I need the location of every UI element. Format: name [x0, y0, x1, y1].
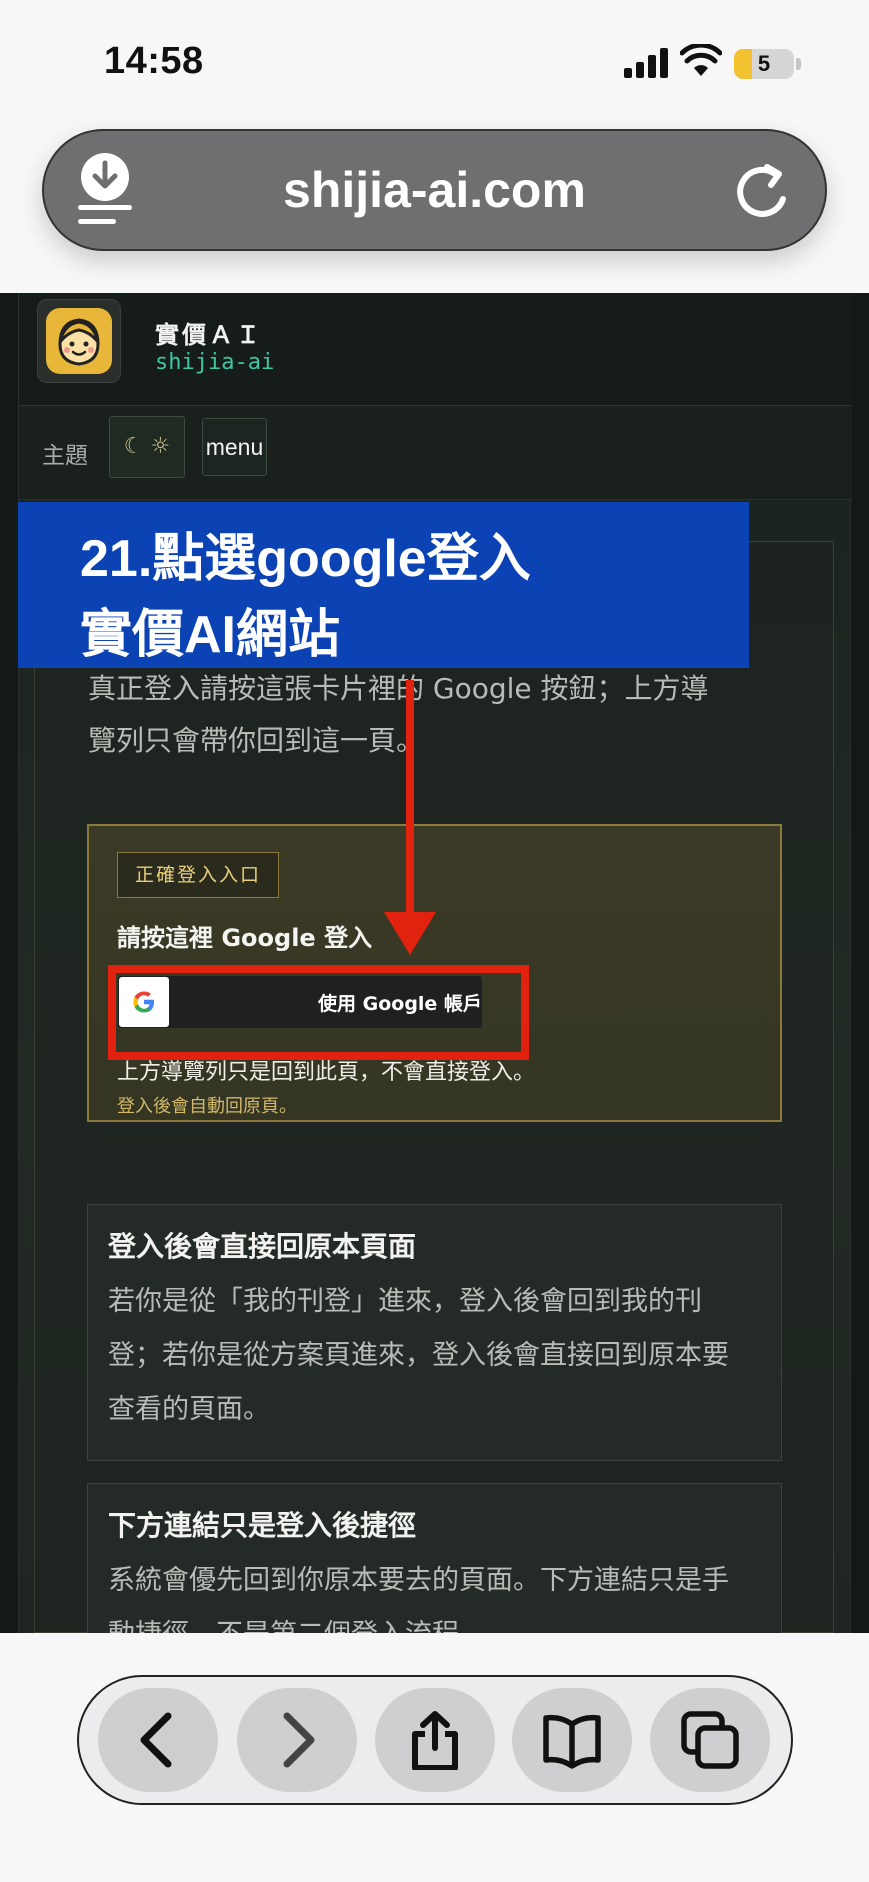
url-text[interactable]: shijia-ai.com	[44, 161, 825, 219]
forward-icon	[283, 1712, 315, 1768]
reload-icon[interactable]	[733, 161, 795, 223]
address-bar[interactable]: shijia-ai.com	[42, 129, 827, 251]
login-note: 上方導覽列只是回到此頁，不會直接登入。	[117, 1060, 536, 1085]
battery-icon: 5	[734, 49, 794, 79]
theme-label: 主題	[42, 443, 88, 469]
banner-line-2: 實價AI網站	[80, 606, 341, 664]
nav-row: 主題 ☾ ☼ menu	[19, 406, 852, 500]
back-button[interactable]	[98, 1688, 218, 1792]
bookmarks-button[interactable]	[512, 1688, 632, 1792]
share-button[interactable]	[375, 1688, 495, 1792]
share-icon	[412, 1711, 458, 1770]
login-note-secondary: 登入後會自動回原頁。	[117, 1096, 297, 1117]
back-icon	[140, 1712, 172, 1768]
tabs-icon	[681, 1711, 739, 1769]
wifi-icon	[680, 44, 722, 76]
theme-toggle-button[interactable]: ☾ ☼	[109, 416, 185, 478]
forward-button[interactable]	[237, 1688, 357, 1792]
login-badge: 正確登入入口	[117, 852, 280, 898]
bookmarks-icon	[543, 1714, 601, 1769]
info-card-body: 系統會優先回到你原本要去的頁面。下方連結只是手動捷徑，不是第二個登入流程。	[108, 1565, 729, 1633]
intro-text: 真正登入請按這張卡片裡的 Google 按鈕；上方導覽列只會帶你回到這一頁。	[88, 672, 709, 757]
battery-cap	[796, 58, 801, 70]
info-card-shortcuts: 下方連結只是登入後捷徑 系統會優先回到你原本要去的頁面。下方連結只是手動捷徑，不…	[87, 1483, 782, 1633]
login-title: 請按這裡 Google 登入	[117, 924, 373, 952]
instruction-banner: 21.點選google登入 實價AI網站	[18, 502, 749, 668]
google-login-label[interactable]: 使用 Google 帳戶登入	[318, 989, 482, 1016]
battery-level: 5	[757, 51, 771, 76]
cellular-signal-icon	[624, 48, 668, 78]
status-time: 14:58	[104, 40, 204, 82]
info-card-title: 登入後會直接回原本頁面	[108, 1230, 417, 1263]
login-card: 正確登入入口 請按這裡 Google 登入 使用 Google 帳戶登入 上方導…	[87, 824, 782, 1122]
site-header: 實價ＡＩ shijia-ai	[19, 293, 852, 406]
brand-name[interactable]: 實價ＡＩ	[155, 315, 263, 350]
info-card-title: 下方連結只是登入後捷徑	[108, 1509, 417, 1542]
tabs-button[interactable]	[650, 1688, 770, 1792]
site-logo[interactable]	[37, 299, 121, 383]
menu-button[interactable]: menu	[202, 418, 267, 476]
status-bar: 14:58 5	[0, 0, 869, 120]
logo-face-icon	[58, 318, 100, 366]
google-icon	[119, 977, 169, 1027]
google-login-button[interactable]: 使用 Google 帳戶登入	[118, 976, 482, 1028]
info-card-return: 登入後會直接回原本頁面 若你是從「我的刊登」進來，登入後會回到我的刊登；若你是從…	[87, 1204, 782, 1461]
brand-slug: shijia-ai	[155, 350, 275, 375]
info-card-body: 若你是從「我的刊登」進來，登入後會回到我的刊登；若你是從方案頁進來，登入後會直接…	[108, 1286, 729, 1425]
banner-line-1: 21.點選google登入	[80, 530, 531, 588]
